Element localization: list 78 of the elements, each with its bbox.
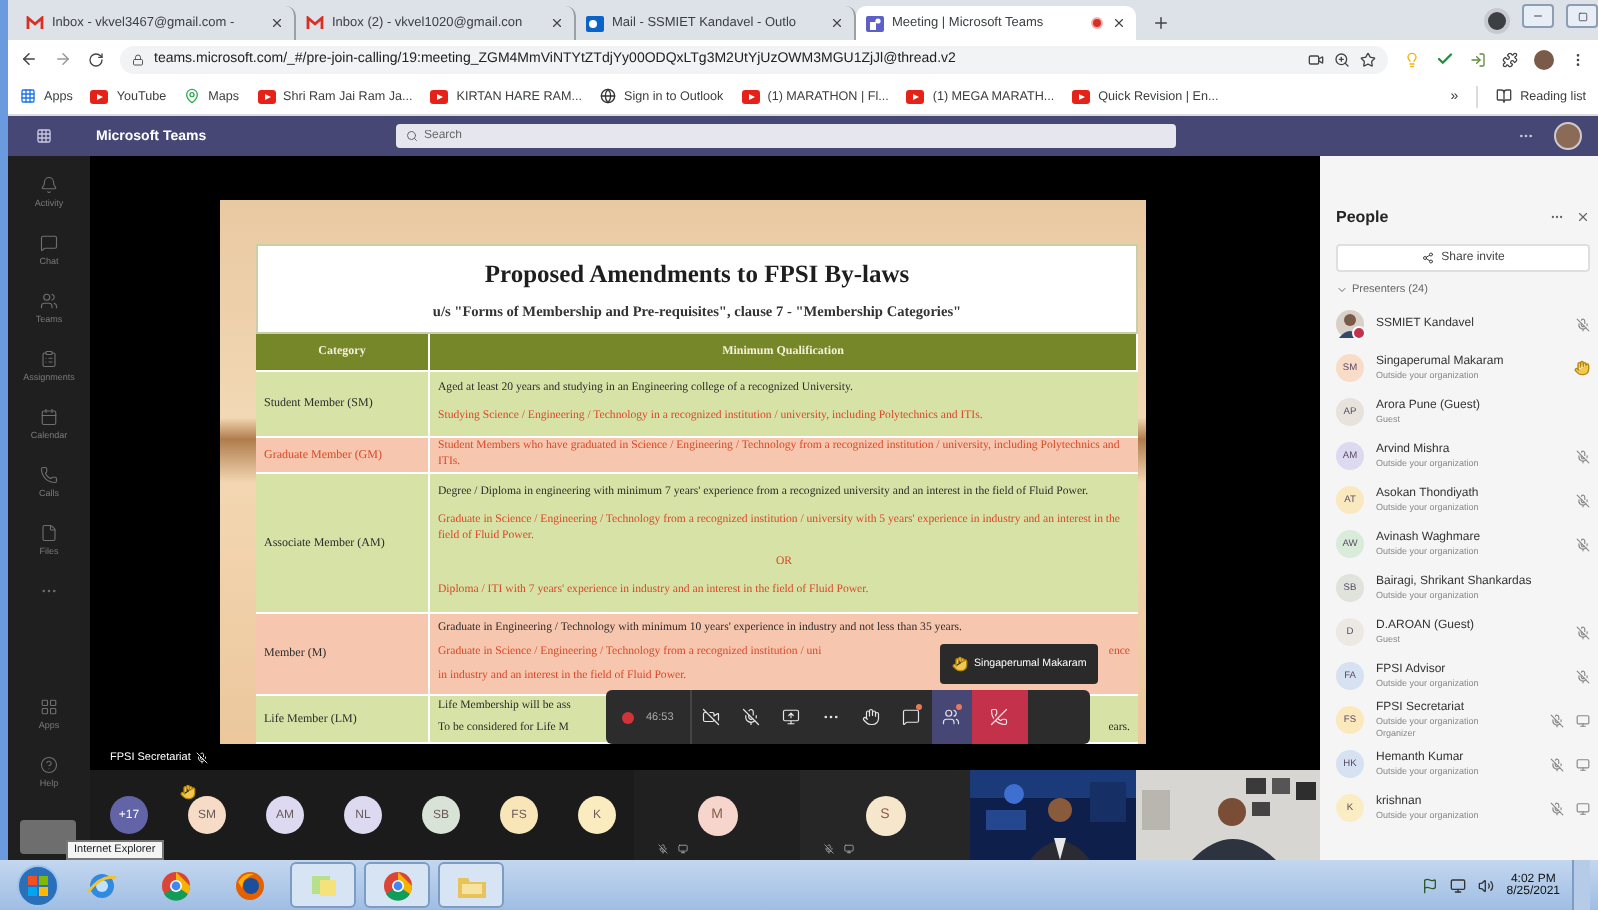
taskbar-app[interactable] xyxy=(438,862,504,908)
close-icon[interactable] xyxy=(550,16,564,30)
mic-off-icon xyxy=(742,708,761,726)
check-icon[interactable] xyxy=(1436,50,1454,68)
search-icon xyxy=(406,130,418,142)
mic-off-icon xyxy=(658,844,668,854)
camera-off-icon xyxy=(702,708,721,726)
call-control-button[interactable] xyxy=(931,690,972,744)
clipboard-icon[interactable] xyxy=(39,350,58,368)
fox-globe-icon xyxy=(233,869,265,901)
calendar-icon[interactable] xyxy=(39,408,58,426)
profile-avatar[interactable] xyxy=(1534,49,1554,69)
more-icon[interactable] xyxy=(1550,210,1564,224)
browser-e-icon xyxy=(85,869,117,901)
help-icon[interactable] xyxy=(39,756,58,774)
taskbar-app[interactable] xyxy=(364,862,430,908)
minimize-icon xyxy=(1532,10,1544,22)
apps-grid-icon xyxy=(20,88,36,104)
new-tab-icon[interactable] xyxy=(1152,14,1170,32)
apps-grid-icon[interactable] xyxy=(39,698,58,716)
close-icon[interactable] xyxy=(270,16,284,30)
maximize-icon xyxy=(1577,11,1587,21)
monitor-icon xyxy=(844,844,854,854)
file-icon[interactable] xyxy=(39,524,58,542)
network-icon[interactable] xyxy=(1450,877,1467,893)
status-dot xyxy=(1352,326,1366,340)
bell-icon[interactable] xyxy=(39,176,58,194)
arrow-in-icon[interactable] xyxy=(1470,51,1486,67)
window-preview xyxy=(20,820,76,854)
user-avatar[interactable] xyxy=(1554,122,1582,150)
raised-hand-icon xyxy=(952,656,968,672)
app-launcher-icon[interactable] xyxy=(36,128,52,144)
chat-icon xyxy=(902,708,921,726)
video-play-icon xyxy=(1072,89,1091,103)
people-icon xyxy=(942,708,961,726)
maximize-button[interactable] xyxy=(1566,4,1598,28)
people-icon[interactable] xyxy=(39,292,58,310)
slide-title: Proposed Amendments to FPSI By-laws xyxy=(484,259,910,289)
envelope-icon xyxy=(26,16,44,30)
map-pin-icon xyxy=(184,88,201,104)
share-icon xyxy=(1421,252,1434,264)
close-icon[interactable] xyxy=(1112,16,1126,30)
globe-icon xyxy=(600,88,616,104)
profile-icon[interactable] xyxy=(1484,8,1510,34)
back-icon[interactable] xyxy=(20,50,38,68)
video-play-icon xyxy=(906,89,925,103)
reload-icon[interactable] xyxy=(88,51,104,67)
mic-off-icon xyxy=(824,844,834,854)
hang-up-icon xyxy=(990,708,1009,726)
share-screen-icon xyxy=(782,708,801,726)
mail-app-icon xyxy=(586,15,604,31)
zoom-icon xyxy=(1334,51,1350,67)
lock-icon xyxy=(132,53,144,65)
close-icon[interactable] xyxy=(830,16,844,30)
monitor-icon xyxy=(678,844,688,854)
video-play-icon xyxy=(741,89,760,103)
video-play-icon xyxy=(430,89,449,103)
panel-title: People xyxy=(1336,208,1391,226)
camera-icon xyxy=(1308,51,1324,67)
flag-icon[interactable] xyxy=(1422,877,1439,893)
book-icon xyxy=(1496,88,1513,104)
volume-icon[interactable] xyxy=(1478,877,1495,893)
chrome-icon xyxy=(159,869,191,901)
chat-icon[interactable] xyxy=(39,234,58,252)
minimize-button[interactable] xyxy=(1522,4,1554,28)
video-play-icon xyxy=(257,89,276,103)
phone-icon[interactable] xyxy=(39,466,58,484)
puzzle-icon[interactable] xyxy=(1502,51,1518,67)
star-icon xyxy=(1360,51,1376,67)
hand-icon xyxy=(862,708,881,726)
envelope-icon xyxy=(306,16,324,30)
chrome-icon xyxy=(381,869,413,901)
people-app-icon xyxy=(866,15,884,31)
close-icon[interactable] xyxy=(1576,210,1590,224)
start-button[interactable] xyxy=(16,863,60,907)
forward-icon[interactable] xyxy=(54,50,72,68)
video-play-icon xyxy=(90,89,109,103)
recording-dot-icon xyxy=(622,711,634,723)
